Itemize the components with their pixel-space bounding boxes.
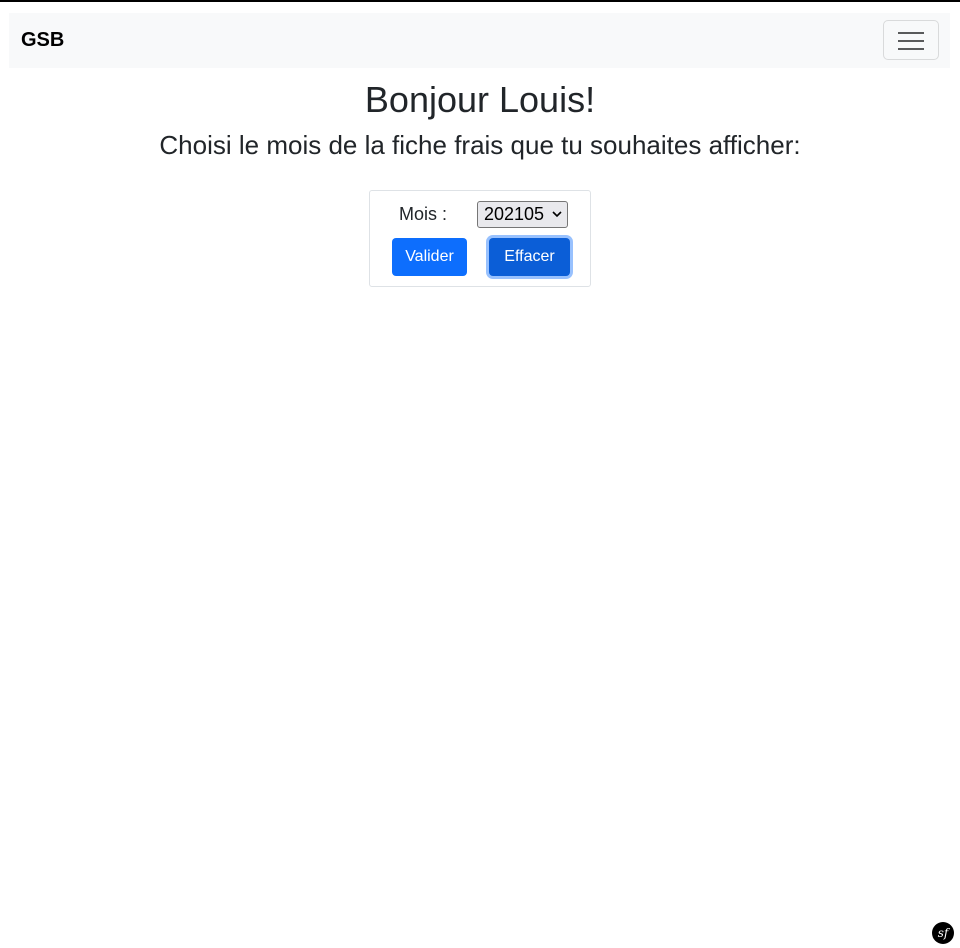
window-top-border [0, 0, 960, 2]
valider-button[interactable]: Valider [392, 238, 467, 276]
mois-selected-value: 202105 [484, 204, 545, 224]
chevron-down-icon [552, 211, 562, 218]
effacer-button[interactable]: Effacer [489, 238, 570, 276]
month-prompt-subtitle: Choisi le mois de la fiche frais que tu … [159, 130, 801, 160]
navbar-toggler-button[interactable] [883, 20, 939, 60]
navbar-brand[interactable]: GSB [21, 29, 64, 51]
mois-label: Mois : [399, 204, 448, 224]
hamburger-menu-icon [898, 32, 924, 50]
symfony-logo-icon[interactable]: sf [932, 922, 954, 944]
month-select-form: Mois : 202105 Valider Effacer [369, 190, 591, 287]
greeting-heading: Bonjour Louis! [364, 79, 596, 120]
mois-select[interactable]: 202105 [477, 201, 568, 228]
navbar: GSB [9, 13, 950, 68]
